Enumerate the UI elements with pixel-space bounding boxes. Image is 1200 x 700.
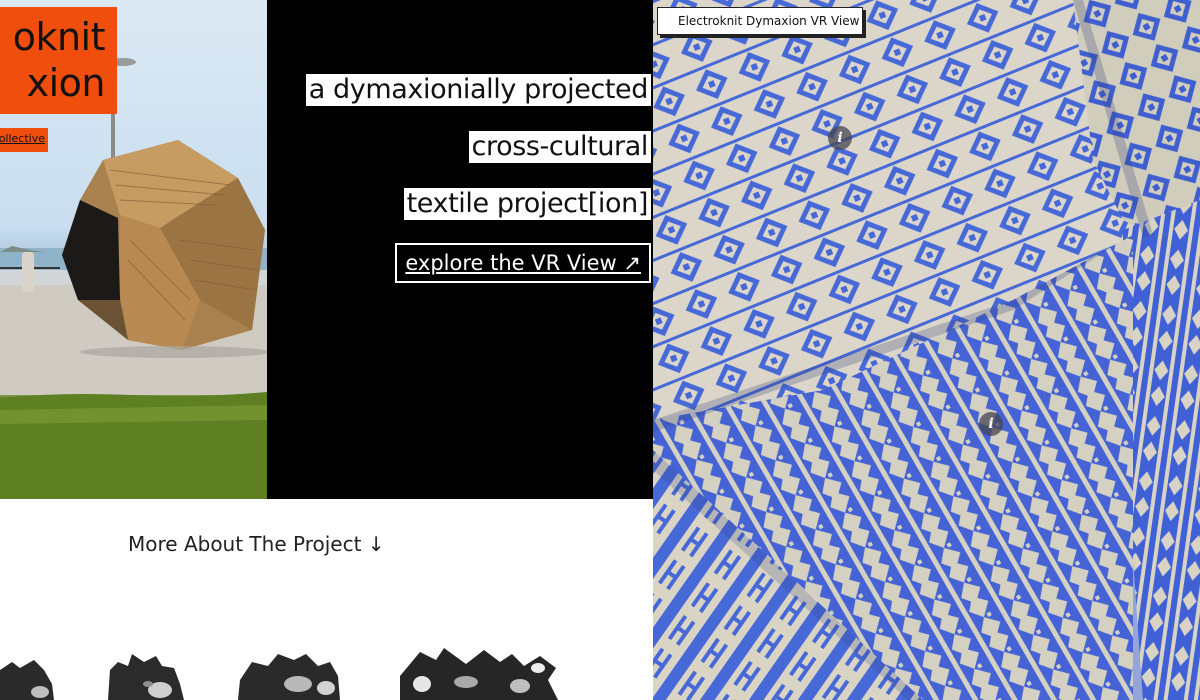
gallery-thumbnail[interactable] xyxy=(0,640,60,700)
project-title-block[interactable]: oknit xion xyxy=(0,7,117,114)
gallery-thumbnail[interactable] xyxy=(238,640,342,700)
explore-vr-view-link[interactable]: explore the VR View ↗ xyxy=(395,243,651,283)
statement-line-1: a dymaxionially projected xyxy=(305,74,651,106)
statement-panel: a dymaxionially projected cross-cultural… xyxy=(267,0,653,499)
statement-line-3: textile project[ion] xyxy=(403,188,651,220)
info-icon[interactable]: i xyxy=(979,412,1003,436)
vr-view-panel[interactable]: Electroknit Dymaxion VR View i i xyxy=(653,0,1200,700)
vr-view-title: Electroknit Dymaxion VR View xyxy=(657,7,863,35)
gallery-thumbnail[interactable] xyxy=(108,640,188,700)
statement-line-2: cross-cultural xyxy=(468,131,651,163)
info-icon[interactable]: i xyxy=(828,126,852,150)
more-about-link[interactable]: More About The Project ↓ xyxy=(128,532,385,556)
project-title-line-1: oknit xyxy=(12,15,106,59)
collective-link[interactable]: collective xyxy=(0,128,48,152)
gallery-thumbnail[interactable] xyxy=(400,640,560,700)
project-title-line-2: xion xyxy=(26,61,106,105)
projection-gallery xyxy=(0,640,653,700)
hero-photo: oknit xion collective xyxy=(0,0,267,499)
collective-link-label: collective xyxy=(0,132,45,145)
vr-textile-view[interactable] xyxy=(653,0,1200,700)
